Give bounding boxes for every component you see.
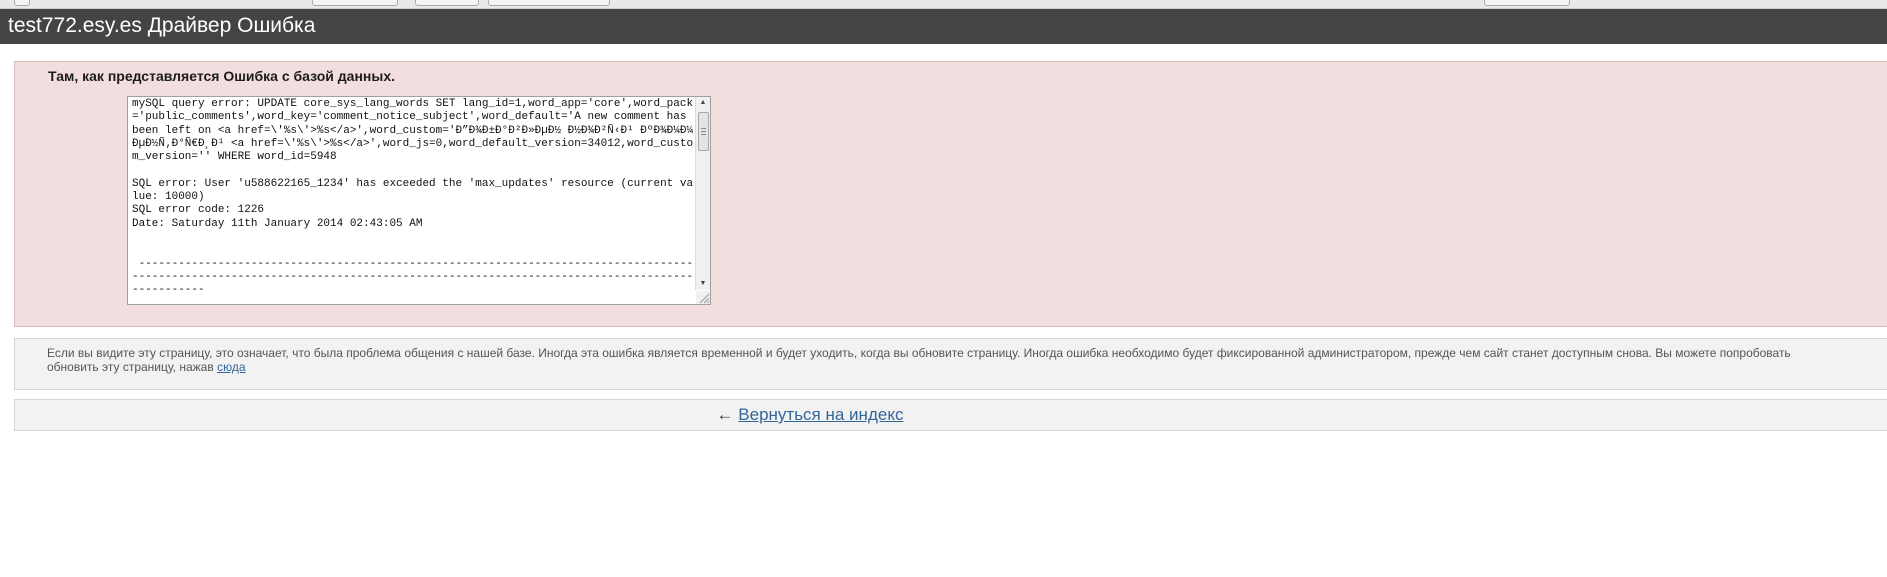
back-row: ← Вернуться на индекс — [15, 405, 1605, 425]
vertical-scrollbar[interactable]: ▲ ▼ — [695, 97, 710, 290]
resize-grip-icon[interactable] — [696, 291, 710, 304]
error-panel: Там, как представляется Ошибка с базой д… — [14, 61, 1887, 327]
scroll-down-arrow-icon[interactable]: ▼ — [696, 278, 710, 290]
page-title: test772.esy.es Драйвер Ошибка — [8, 14, 316, 37]
refresh-link[interactable]: сюда — [217, 360, 245, 374]
toolbar-button-2[interactable] — [415, 0, 479, 6]
toolbar-button-1[interactable] — [312, 0, 398, 6]
info-message: Если вы видите эту страницу, это означае… — [47, 346, 1837, 374]
error-details-textarea[interactable]: mySQL query error: UPDATE core_sys_lang_… — [127, 96, 711, 305]
browser-toolbar-strip — [0, 0, 1887, 9]
info-panel: Если вы видите эту страницу, это означае… — [14, 338, 1887, 390]
page-header: test772.esy.es Драйвер Ошибка — [0, 9, 1887, 44]
back-to-index-link[interactable]: Вернуться на индекс — [738, 405, 903, 424]
toolbar-button-3[interactable] — [488, 0, 610, 6]
left-arrow-icon: ← — [716, 405, 734, 424]
error-details-text: mySQL query error: UPDATE core_sys_lang_… — [132, 98, 694, 297]
back-panel: ← Вернуться на индекс — [14, 399, 1887, 431]
toolbar-checkbox[interactable] — [14, 0, 30, 6]
scroll-up-arrow-icon[interactable]: ▲ — [696, 97, 710, 109]
scrollbar-thumb[interactable] — [698, 112, 709, 151]
error-heading: Там, как представляется Ошибка с базой д… — [48, 68, 395, 84]
info-text: Если вы видите эту страницу, это означае… — [47, 346, 1791, 374]
toolbar-button-4[interactable] — [1484, 0, 1570, 6]
